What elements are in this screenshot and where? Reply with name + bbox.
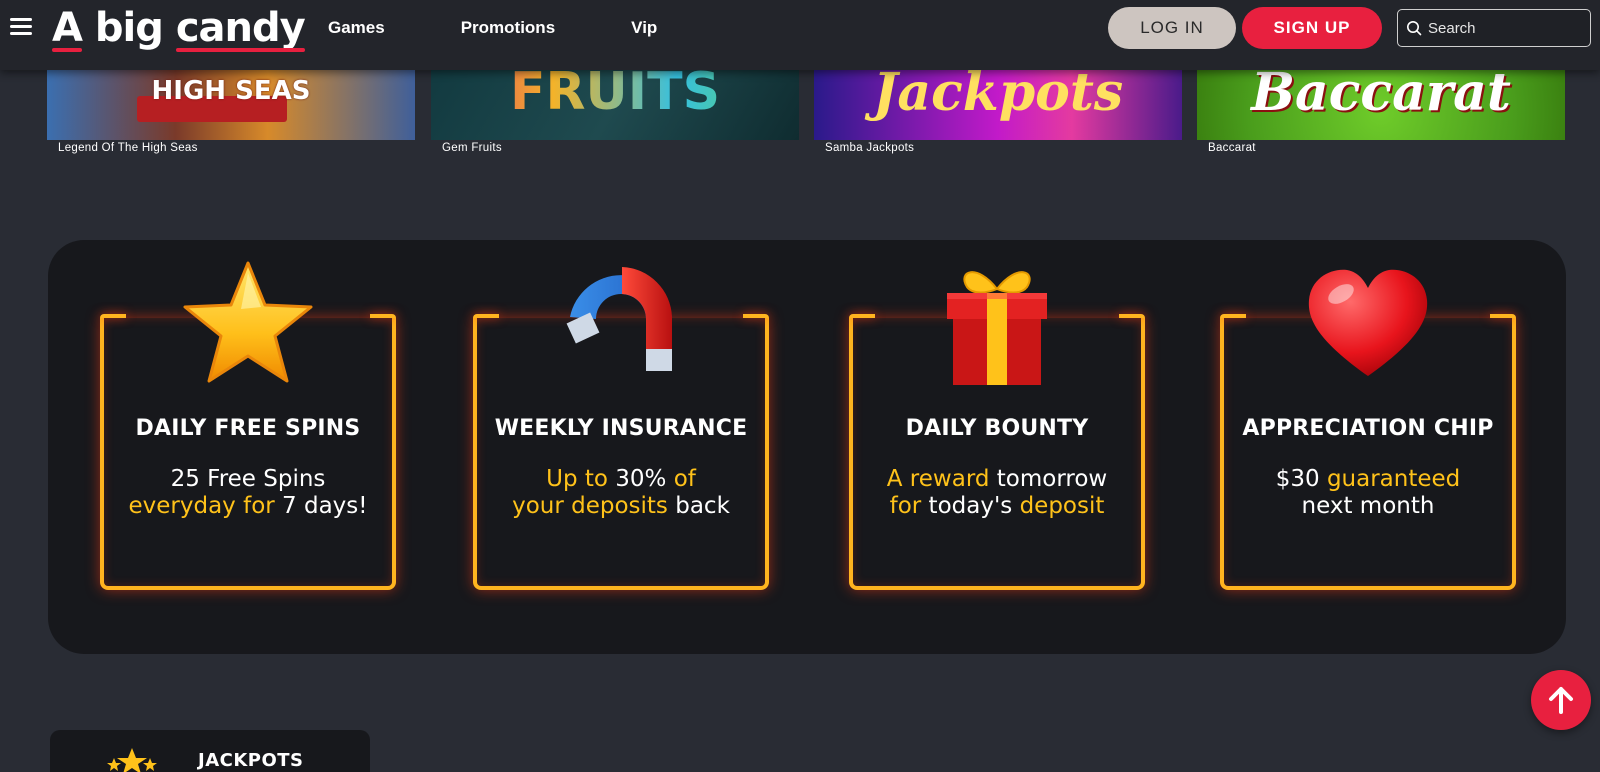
promo-description: $30 guaranteed next month [1224, 466, 1512, 520]
description-text: 7 days! [274, 493, 368, 519]
highlight-text: deposit [1019, 493, 1105, 519]
nav-vip[interactable]: Vip [631, 18, 657, 38]
search-icon [1407, 21, 1422, 36]
header: A big candy Games Promotions Vip LOG IN … [0, 0, 1600, 70]
highlight-text: everyday for [128, 493, 275, 519]
description-text: back [667, 493, 730, 519]
promo-card-weekly-insurance[interactable]: WEEKLY INSURANCE Up to 30% of your depos… [473, 267, 769, 590]
highlight-text: guaranteed [1326, 466, 1461, 492]
promo-card-daily-bounty[interactable]: DAILY BOUNTY A reward tomorrow for today… [849, 271, 1145, 590]
description-text: 30% [607, 466, 674, 492]
description-text: tomorrow [989, 466, 1108, 492]
promo-title: WEEKLY INSURANCE [494, 416, 748, 441]
game-thumbnail[interactable]: Jackpots [814, 70, 1182, 140]
signup-button[interactable]: SIGN UP [1242, 7, 1382, 49]
description-text: today's [921, 493, 1020, 519]
promo-card-appreciation-chip[interactable]: APPRECIATION CHIP $30 guaranteed next mo… [1220, 269, 1516, 590]
description-text: 25 Free Spins [170, 466, 326, 492]
nav-promotions[interactable]: Promotions [461, 18, 555, 38]
scroll-to-top-button[interactable] [1531, 670, 1591, 730]
nav-games[interactable]: Games [328, 18, 385, 38]
game-thumbnail[interactable]: FRUITS [431, 70, 799, 140]
game-card[interactable]: Baccarat Baccarat [1197, 70, 1565, 154]
logo[interactable]: A big candy [52, 4, 306, 52]
description-text: next month [1301, 493, 1435, 519]
search-input[interactable] [1428, 19, 1588, 37]
highlight-text: of [673, 466, 696, 492]
promo-description: A reward tomorrow for today's deposit [853, 466, 1141, 520]
highlight-text: for [889, 493, 922, 519]
jackpots-tab[interactable]: JACKPOTS [50, 730, 370, 772]
promo-description: 25 Free Spins everyday for 7 days! [104, 466, 392, 520]
game-card[interactable]: FRUITS Gem Fruits [431, 70, 799, 154]
stars-icon [106, 746, 158, 772]
game-name: Legend Of The High Seas [58, 142, 198, 154]
game-thumbnail[interactable]: HIGH SEAS [47, 70, 415, 140]
promo-card-daily-free-spins[interactable]: DAILY FREE SPINS 25 Free Spins everyday … [100, 261, 396, 590]
gift-icon [927, 254, 1067, 394]
login-button[interactable]: LOG IN [1108, 7, 1236, 49]
promo-title: DAILY FREE SPINS [135, 416, 361, 441]
description-text: $30 [1275, 466, 1327, 492]
game-name: Samba Jackpots [825, 142, 915, 154]
magnet-icon [551, 254, 691, 394]
menu-icon[interactable] [10, 18, 32, 36]
game-name: Gem Fruits [442, 142, 502, 154]
promo-title: APPRECIATION CHIP [1242, 416, 1494, 441]
games-row: HIGH SEAS Legend Of The High Seas FRUITS… [0, 70, 1600, 160]
game-card[interactable]: HIGH SEAS Legend Of The High Seas [47, 70, 415, 154]
game-name: Baccarat [1208, 142, 1256, 154]
star-icon [178, 254, 318, 394]
game-card[interactable]: Jackpots Samba Jackpots [814, 70, 1182, 154]
highlight-text: Up to [546, 466, 608, 492]
promotions-panel: DAILY FREE SPINS 25 Free Spins everyday … [48, 240, 1566, 654]
arrow-up-icon [1549, 687, 1573, 714]
promo-title: DAILY BOUNTY [905, 416, 1089, 441]
search-box[interactable] [1397, 9, 1591, 47]
promo-description: Up to 30% of your deposits back [477, 466, 765, 520]
highlight-text: A reward [886, 466, 990, 492]
jackpots-label: JACKPOTS [198, 750, 304, 771]
highlight-text: your deposits [512, 493, 668, 519]
game-thumbnail[interactable]: Baccarat [1197, 70, 1565, 140]
main-nav: Games Promotions Vip [328, 0, 733, 56]
heart-icon [1298, 254, 1438, 394]
